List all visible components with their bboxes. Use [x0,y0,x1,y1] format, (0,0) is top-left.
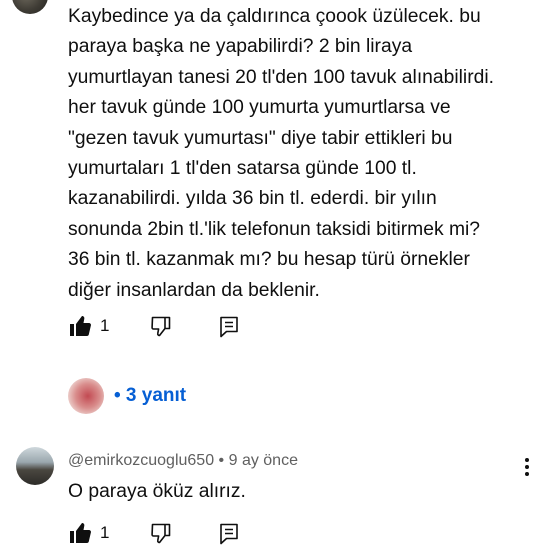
comment2-actions: 1 [68,521,241,545]
comment1-text: Kaybedince ya da çaldırınca çoook üzülec… [68,6,494,301]
thumbs-up-icon [70,523,91,543]
thumbs-down-icon [151,316,171,337]
comment2-text: O paraya öküz alırız. [68,481,246,502]
thumbs-up-icon [70,316,91,336]
comment1-like-count: 1 [100,316,110,335]
comment2-like-count: 1 [100,523,110,542]
view-replies-button[interactable]: • 3 yanıt [68,378,186,414]
meta-separator: • [214,452,229,469]
comment1-author-avatar[interactable] [12,0,48,14]
comment1-like-button[interactable]: 1 [68,314,109,338]
comment2-reply-button[interactable] [217,521,241,545]
comment1-actions: 1 [68,314,241,338]
replier-avatar [68,378,104,414]
comment2-timestamp[interactable]: 9 ay önce [229,452,298,469]
reply-comment-icon [220,316,239,338]
replies-count-label: • 3 yanıt [114,385,187,406]
comment2-author-avatar[interactable] [16,447,54,485]
thumbs-down-icon [151,523,171,544]
comment1-dislike-button[interactable] [149,314,173,338]
comment2-dislike-button[interactable] [149,521,173,545]
more-vertical-icon[interactable] [518,456,536,478]
comment2-author[interactable]: @emirkozcuoglu650 [68,452,214,469]
comment2-header: @emirkozcuoglu650 • 9 ay önce [68,452,298,470]
comment1-reply-button[interactable] [217,314,241,338]
reply-comment-icon [220,523,239,545]
comment2-like-button[interactable]: 1 [68,521,109,545]
